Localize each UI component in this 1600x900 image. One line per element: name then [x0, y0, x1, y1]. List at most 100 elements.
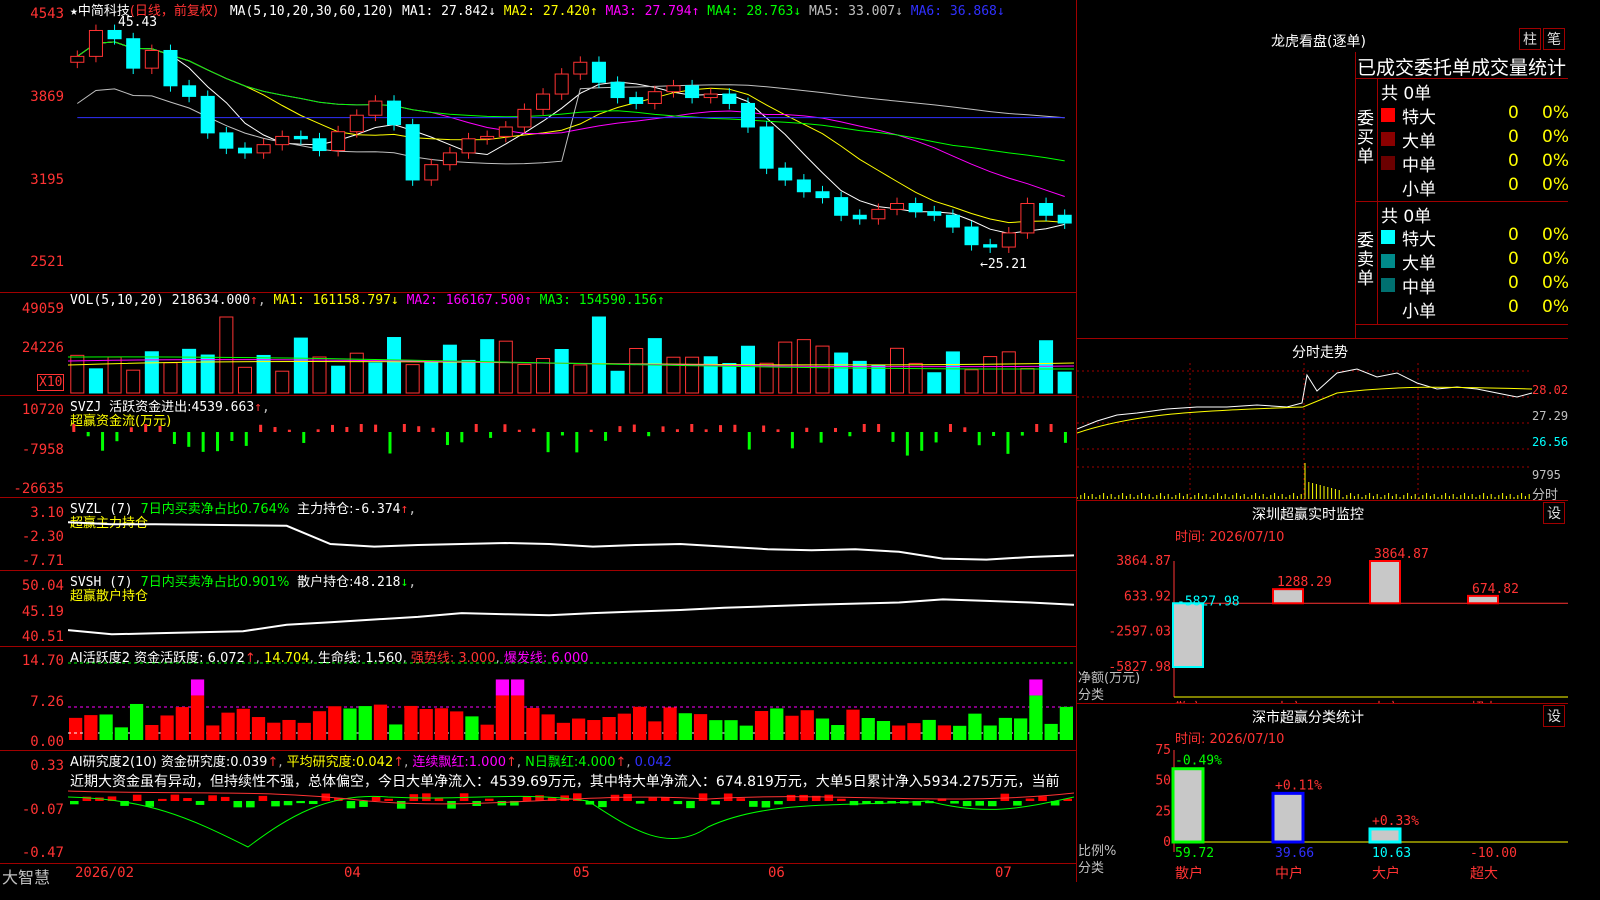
svzj-bar-43 [690, 424, 694, 432]
svzj-bar-42 [675, 429, 679, 432]
vol-bar-9 [237, 366, 253, 394]
y-tick-svsh-0: 50.04 [21, 578, 64, 594]
svzj-bar-63 [977, 432, 981, 446]
ai-active-chart[interactable] [68, 655, 1074, 750]
classify-cat-2: 大户 [1372, 865, 1400, 882]
svzj-bar-6 [158, 425, 162, 432]
vol-bar-21 [461, 359, 476, 394]
classify-settings-button[interactable]: 设 [1543, 705, 1565, 727]
monitor-panel[interactable]: 深圳超赢实时监控 设 时间: 2026/07/10 净额(万元) 分类 3864… [1077, 500, 1568, 703]
ai-active-bar-9 [206, 725, 220, 740]
vol-bar-43 [871, 364, 886, 394]
classify-chart[interactable]: 75 50 25 0 -0.49% 59.72 散户 +0.11% 39.66 中户 +0.33% 1… [1077, 742, 1568, 882]
monitor-chart[interactable]: 3864.87633.92-2597.03-5827.98-5827.98散户1… [1077, 541, 1568, 703]
vol-bar-40 [815, 345, 830, 394]
dragon-panel: 龙虎看盘(逐单) 柱 笔 已成交委托单成交量统计 委买单 共 0单 特大 0 0% 大… [1077, 0, 1569, 338]
classify-change-0: -0.49% [1175, 754, 1222, 769]
ai-active-bar-15 [297, 722, 311, 740]
svzl-panel[interactable]: 3.10 -2.30 -7.71 SVZL (7) 7日内买卖净占比0.764%… [0, 498, 1076, 571]
sell-name-0: 特大 [1402, 230, 1436, 250]
ai-active-burst-28 [495, 679, 510, 696]
candle-body-20 [442, 152, 457, 166]
svzj-panel[interactable]: 10720 -7958 -26635 SVZJ 活跃资金进出:4539.663↑… [0, 396, 1076, 498]
svzj-bar-53 [833, 427, 837, 432]
sell-pct-1: 0% [1542, 249, 1569, 269]
svzj-bar-30 [503, 424, 507, 432]
monitor-bar-3 [1467, 594, 1499, 605]
sell-count-3: 0 [1508, 297, 1519, 317]
vol-bar-26 [554, 348, 569, 394]
vol-panel[interactable]: 49059 24226 X10 VOL(5,10,20) 218634.000↑… [0, 293, 1076, 396]
sell-name-1: 大单 [1402, 254, 1436, 274]
buy-count-2: 0 [1508, 151, 1519, 171]
ai-research-bar-7 [158, 798, 167, 801]
sell-count-0: 0 [1508, 225, 1519, 245]
svzj-bar-20 [359, 424, 363, 432]
buy-pct-2: 0% [1542, 151, 1569, 171]
candle-body-0 [70, 55, 85, 63]
intraday-title: 分时走势 [1292, 345, 1348, 361]
ai-research-bar-11 [208, 795, 217, 801]
ai-active-bar-64 [1044, 723, 1058, 740]
vol-bar-46 [927, 372, 942, 394]
ai-active-bar-19 [358, 706, 372, 740]
ai-active-bar-12 [251, 717, 266, 740]
intraday-vol-tick: 9795 [1532, 468, 1561, 482]
y-tick-intraday-1: 27.29 [1532, 409, 1569, 423]
sell-row-0: 特大 0 0% [1378, 225, 1569, 250]
svzj-bar-50 [790, 432, 794, 449]
svzj-bar-17 [316, 429, 320, 432]
monitor-settings-button[interactable]: 设 [1543, 502, 1565, 524]
svzl-chart[interactable] [68, 518, 1074, 570]
vol-bar-51 [1020, 367, 1035, 394]
y-tick-svzj-2: -26635 [13, 481, 64, 497]
sell-pct-2: 0% [1542, 273, 1569, 293]
tick-mode-button[interactable]: 笔 [1543, 28, 1565, 50]
ai-active-bar-35 [602, 717, 616, 740]
buy-swatch-1 [1381, 132, 1395, 146]
y-tick-ai-1: 7.26 [30, 694, 64, 710]
time-label-0: 2026/02 [75, 865, 135, 881]
svsh-chart[interactable] [68, 593, 1074, 646]
intraday-panel[interactable]: 分时走势 28.02 27.29 26.56 9795 分时 [1077, 338, 1569, 503]
vol-chart[interactable] [68, 309, 1074, 395]
svsh-panel[interactable]: 50.04 45.19 40.51 SVSH (7) 7日内买卖净占比0.901… [0, 571, 1076, 647]
ai-research-bar-17 [283, 801, 293, 806]
candle-chart[interactable]: 45.43 ←25.21 [68, 14, 1074, 292]
column-mode-button[interactable]: 柱 [1519, 28, 1541, 50]
ai-active-bar-47 [785, 715, 799, 740]
vol-bar-3 [126, 369, 141, 394]
candle-body-22 [480, 135, 495, 140]
svzj-bar-51 [805, 427, 809, 432]
ai-research-bar-54 [749, 801, 758, 807]
candle-panel[interactable]: 4543 3869 3195 2521 ★中简科技(日线，前复权) MA(5,1… [0, 0, 1076, 293]
candle-body-23 [498, 126, 513, 137]
time-label-2: 05 [573, 865, 590, 881]
sell-name-3: 小单 [1402, 302, 1436, 322]
ai-active-bar-58 [953, 725, 967, 740]
ai-research-panel[interactable]: 0.33 -0.07 -0.47 AI研究度2(10) 资金研究度:0.039↑… [0, 751, 1076, 863]
y-tick-svzl-2: -7.71 [21, 553, 64, 569]
ai-active-bar-52 [861, 718, 875, 740]
ma-line-5 [77, 84, 1065, 165]
classify-panel[interactable]: 深市超赢分类统计 设 时间: 2026/07/10 比例% 分类 75 50 25 0… [1077, 703, 1568, 882]
ai-active-bar-18 [343, 708, 357, 740]
svzj-bar-0 [72, 424, 76, 432]
buy-swatch-0 [1381, 108, 1395, 122]
ai-active-panel[interactable]: 14.70 7.26 0.00 AI活跃度2 资金活跃度: 6.072↑, 14… [0, 647, 1076, 751]
ai-active-bar-59 [968, 713, 982, 740]
monitor-value-1: 1288.29 [1277, 575, 1332, 590]
candle-body-17 [386, 100, 402, 126]
svzj-chart[interactable] [68, 424, 1074, 494]
ai-research-bar-51 [711, 801, 720, 805]
ai-research-bar-70 [950, 801, 959, 804]
buy-row-2: 中单 0 0% [1378, 151, 1569, 176]
intraday-chart[interactable] [1077, 363, 1532, 501]
svzj-bar-31 [517, 429, 521, 432]
ai-research-bar-77 [1038, 796, 1047, 801]
ai-research-chart[interactable] [68, 787, 1074, 863]
vol-bar-22 [480, 339, 495, 394]
ai-research-bar-19 [308, 801, 318, 805]
monitor-bar-0 [1172, 602, 1204, 668]
svzj-bar-52 [819, 432, 823, 443]
